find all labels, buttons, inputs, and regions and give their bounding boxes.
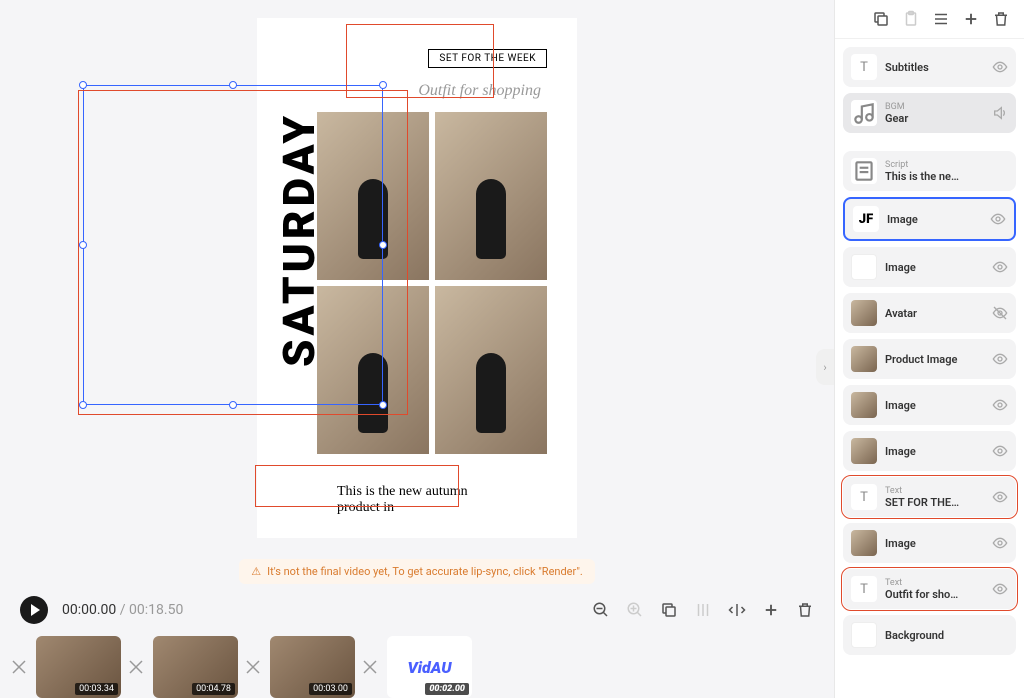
script-icon	[851, 158, 877, 184]
layer-item[interactable]: T Subtitles	[843, 47, 1016, 87]
transition-icon[interactable]	[127, 658, 145, 676]
layer-item[interactable]: ScriptThis is the ne…	[843, 151, 1016, 191]
layer-info: Avatar	[885, 307, 984, 320]
zoom-in-icon	[626, 601, 644, 619]
layers-panel: T Subtitles BGMGear ScriptThis is the ne… JF…	[834, 0, 1024, 698]
layer-item[interactable]: Background	[843, 615, 1016, 655]
layer-item[interactable]: Image	[843, 431, 1016, 471]
transition-icon[interactable]	[244, 658, 262, 676]
layer-item[interactable]: Image	[843, 385, 1016, 425]
layers-list: T Subtitles BGMGear ScriptThis is the ne… JF…	[835, 39, 1024, 698]
layer-info: TextSET FOR THE…	[885, 486, 984, 509]
layer-thumb: JF	[853, 206, 879, 232]
panel-toolbar	[835, 0, 1024, 39]
copy-icon[interactable]	[872, 10, 890, 28]
align-icon[interactable]	[932, 10, 950, 28]
text-icon: T	[851, 54, 877, 80]
layer-thumb	[851, 346, 877, 372]
visibility-toggle[interactable]	[992, 305, 1008, 321]
zoom-out-icon[interactable]	[592, 601, 610, 619]
layer-item[interactable]: Image	[843, 247, 1016, 287]
visibility-toggle[interactable]	[992, 351, 1008, 367]
copy-icon[interactable]	[660, 601, 678, 619]
grid-image-2[interactable]	[435, 112, 547, 280]
layer-item[interactable]: T TextOutfit for sho…	[843, 569, 1016, 609]
layer-thumb	[851, 300, 877, 326]
main-area: SET FOR THE WEEK Outfit for shopping SAT…	[0, 0, 834, 698]
music-icon	[851, 100, 877, 126]
annotation-box-header	[346, 24, 494, 98]
layer-info: ScriptThis is the ne…	[885, 160, 1008, 183]
layer-item[interactable]: JF Image	[843, 197, 1016, 241]
layer-info: Image	[885, 445, 984, 458]
clip-thumb-4[interactable]: VidAU00:02.00	[387, 636, 472, 698]
visibility-toggle[interactable]	[992, 489, 1008, 505]
collapse-panel-button[interactable]: ›	[816, 349, 834, 385]
layer-thumb	[851, 438, 877, 464]
visibility-toggle[interactable]	[992, 535, 1008, 551]
layer-info: Subtitles	[885, 61, 984, 74]
transition-icon[interactable]	[361, 658, 379, 676]
layer-info: Product Image	[885, 353, 984, 366]
timeline-thumbs: 00:03.34 00:04.78 00:03.00 VidAU00:02.00	[0, 636, 834, 698]
warning-icon: ⚠	[251, 565, 261, 578]
text-icon: T	[851, 484, 877, 510]
visibility-toggle[interactable]	[990, 211, 1006, 227]
layer-info: Image	[885, 537, 984, 550]
layer-info: Image	[885, 399, 984, 412]
transition-icon[interactable]	[10, 658, 28, 676]
clip-thumb-2[interactable]: 00:04.78	[153, 636, 238, 698]
layer-item[interactable]: Product Image	[843, 339, 1016, 379]
clip-thumb-1[interactable]: 00:03.34	[36, 636, 121, 698]
clip-thumb-3[interactable]: 00:03.00	[270, 636, 355, 698]
trash-icon[interactable]	[796, 601, 814, 619]
text-icon: T	[851, 576, 877, 602]
layout-icon	[694, 601, 712, 619]
layer-thumb	[851, 622, 877, 648]
layer-info: TextOutfit for sho…	[885, 578, 984, 601]
play-button[interactable]	[20, 596, 48, 624]
layer-info: Image	[887, 213, 982, 226]
time-display: 00:00.00 / 00:18.50	[62, 602, 183, 618]
layer-thumb	[851, 254, 877, 280]
add-icon[interactable]	[762, 601, 780, 619]
warning-text: It's not the final video yet, To get acc…	[267, 565, 583, 578]
annotation-box-main	[78, 90, 408, 415]
canvas-wrap: SET FOR THE WEEK Outfit for shopping SAT…	[0, 0, 834, 555]
split-icon[interactable]	[728, 601, 746, 619]
layer-item[interactable]: Avatar	[843, 293, 1016, 333]
visibility-toggle[interactable]	[992, 259, 1008, 275]
current-time: 00:00.00	[62, 602, 116, 618]
layer-thumb	[851, 392, 877, 418]
warning-banner: ⚠ It's not the final video yet, To get a…	[239, 559, 595, 584]
visibility-toggle[interactable]	[992, 397, 1008, 413]
layer-item[interactable]: T TextSET FOR THE…	[843, 477, 1016, 517]
visibility-toggle[interactable]	[992, 581, 1008, 597]
timeline-controls: 00:00.00 / 00:18.50	[0, 584, 834, 636]
layer-info: BGMGear	[885, 102, 984, 125]
layer-info: Background	[885, 629, 1008, 642]
duration: 00:18.50	[129, 602, 183, 618]
layer-info: Image	[885, 261, 984, 274]
volume-icon[interactable]	[992, 105, 1008, 121]
paste-icon	[902, 10, 920, 28]
layer-item[interactable]: BGMGear	[843, 93, 1016, 133]
add-icon[interactable]	[962, 10, 980, 28]
annotation-box-caption	[255, 465, 459, 507]
grid-image-4[interactable]	[435, 286, 547, 454]
visibility-toggle[interactable]	[992, 59, 1008, 75]
layer-item[interactable]: Image	[843, 523, 1016, 563]
trash-icon[interactable]	[992, 10, 1010, 28]
layer-thumb	[851, 530, 877, 556]
visibility-toggle[interactable]	[992, 443, 1008, 459]
